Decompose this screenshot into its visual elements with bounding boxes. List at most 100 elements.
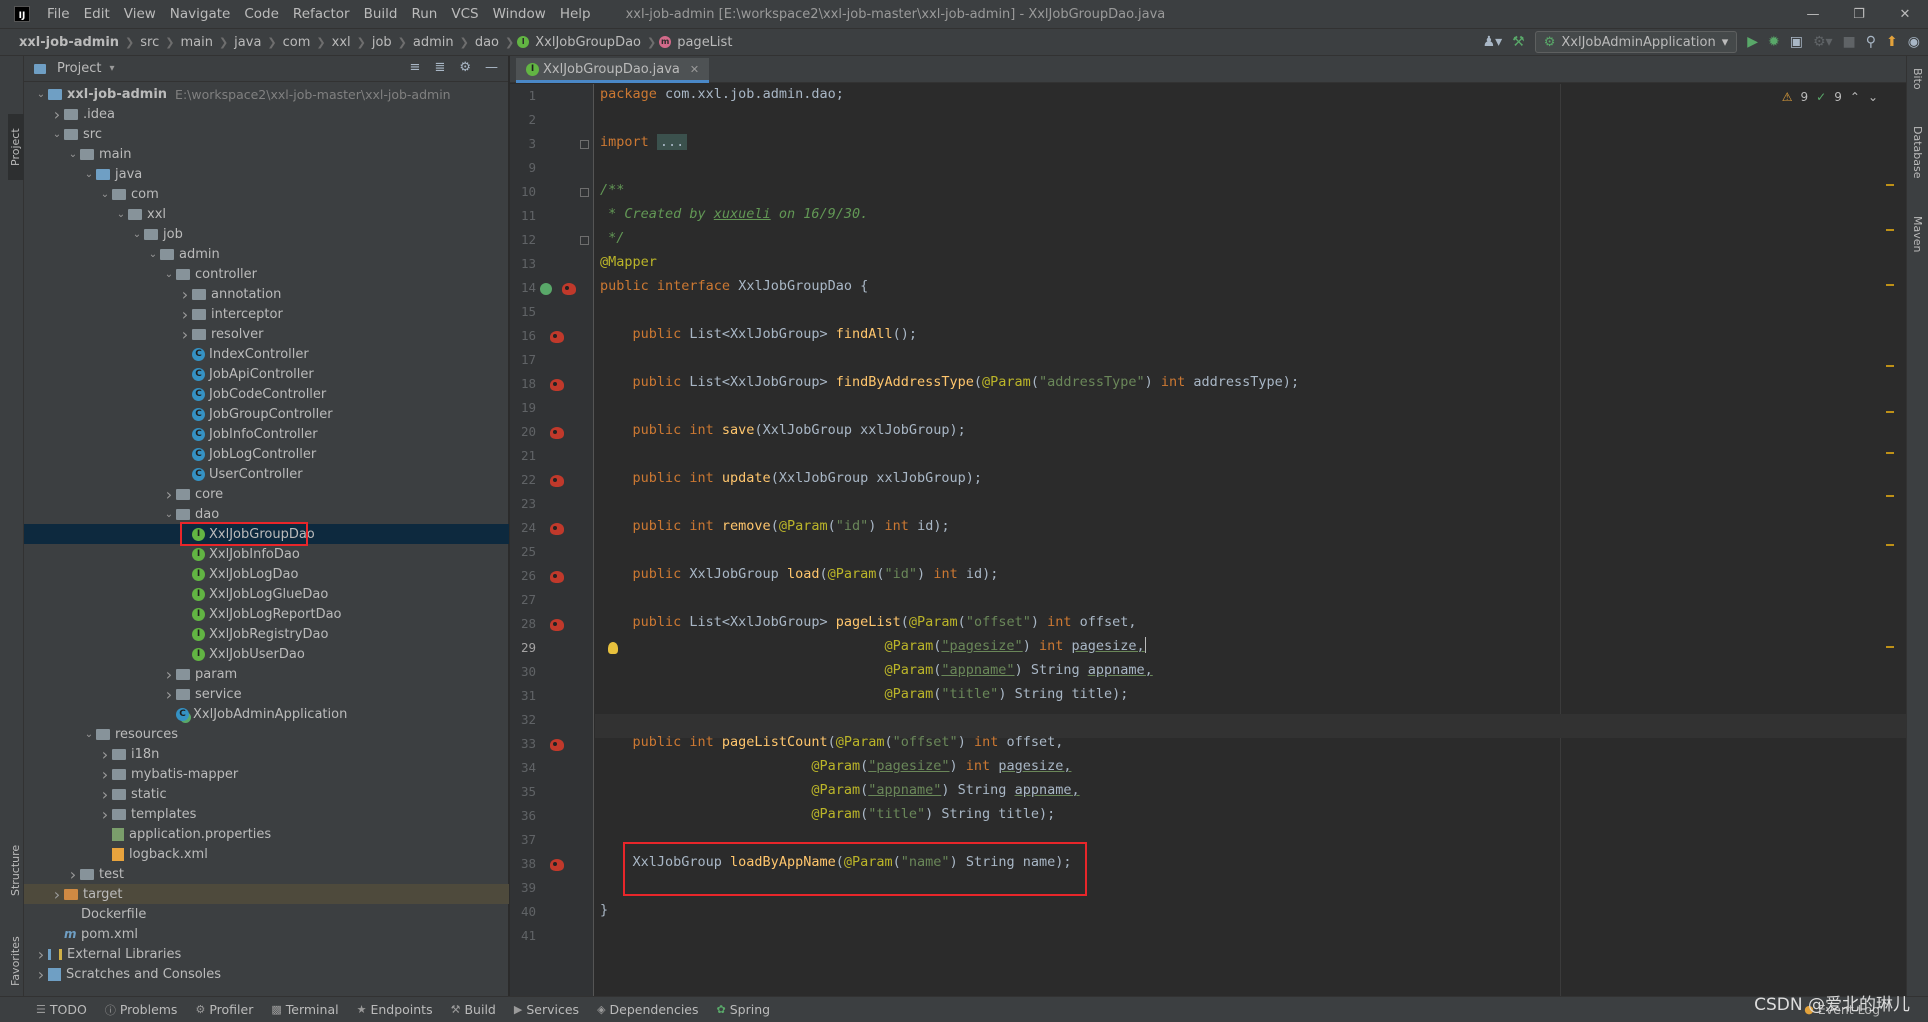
hide-panel-icon[interactable]: — — [485, 60, 498, 75]
chevron-right-icon[interactable]: › — [50, 105, 64, 124]
run-icon[interactable]: ▶ — [1747, 34, 1758, 50]
expand-all-icon[interactable]: ≡ — [410, 60, 421, 75]
tree-item[interactable]: C JobCodeController — [24, 384, 509, 404]
menu-run[interactable]: Run — [404, 6, 444, 22]
implemented-icon[interactable] — [540, 283, 552, 295]
tree-item[interactable]: ⌄ admin — [24, 244, 509, 264]
chevron-right-icon[interactable]: › — [50, 885, 64, 904]
mybatis-mapper-icon[interactable] — [550, 619, 564, 631]
profiler-tool-button[interactable]: ⚙ Profiler — [195, 1002, 253, 1017]
tree-item[interactable]: › test — [24, 864, 509, 884]
mybatis-mapper-icon[interactable] — [550, 475, 564, 487]
terminal-tool-button[interactable]: ▩ Terminal — [271, 1002, 338, 1017]
tree-item[interactable]: › templates — [24, 804, 509, 824]
chevron-down-icon[interactable]: ▾ — [109, 63, 114, 74]
project-panel-title[interactable]: Project — [57, 61, 101, 76]
breadcrumb-item[interactable]: dao — [472, 35, 502, 50]
chevron-up-icon[interactable]: ⌃ — [1850, 90, 1860, 104]
build-hammer-icon[interactable]: ⚒ — [1512, 34, 1525, 50]
chevron-down-icon[interactable]: ⌄ — [66, 149, 80, 160]
tree-item[interactable]: ⌄ main — [24, 144, 509, 164]
chevron-right-icon[interactable]: › — [98, 765, 112, 784]
mybatis-mapper-icon[interactable] — [550, 571, 564, 583]
tree-item[interactable]: I XxlJobGroupDao — [24, 522, 509, 546]
tree-item[interactable]: I XxlJobLogGlueDao — [24, 584, 509, 604]
breadcrumb-item[interactable]: XxlJobGroupDao — [532, 35, 644, 50]
tree-item[interactable]: › Scratches and Consoles — [24, 964, 509, 984]
tree-item[interactable]: I XxlJobRegistryDao — [24, 624, 509, 644]
breadcrumb-item[interactable]: xxl — [329, 35, 354, 50]
tree-item[interactable]: ⌄ com — [24, 184, 509, 204]
breadcrumb-item[interactable]: job — [369, 35, 395, 50]
tree-item[interactable]: ⌄ resources — [24, 724, 509, 744]
tree-item[interactable]: C UserController — [24, 464, 509, 484]
tree-item[interactable]: C JobGroupController — [24, 404, 509, 424]
tree-item[interactable]: › i18n — [24, 744, 509, 764]
editor-tab-active[interactable]: I XxlJobGroupDao.java ✕ — [516, 58, 710, 83]
chevron-down-icon[interactable]: ⌄ — [82, 729, 96, 740]
maven-tool-button[interactable]: Maven — [1911, 216, 1924, 252]
breadcrumb-item[interactable]: java — [231, 35, 264, 50]
database-tool-button[interactable]: Database — [1911, 126, 1924, 179]
ide-logo-icon[interactable]: ◉ — [1908, 34, 1920, 50]
bito-tool-button[interactable]: Bito — [1911, 68, 1924, 90]
menu-help[interactable]: Help — [553, 6, 598, 22]
profile-icon[interactable]: ⚙▾ — [1813, 34, 1833, 50]
mybatis-mapper-icon[interactable] — [550, 379, 564, 391]
mybatis-mapper-icon[interactable] — [550, 427, 564, 439]
debug-icon[interactable]: ✹ — [1768, 34, 1780, 50]
tree-item[interactable]: › core — [24, 484, 509, 504]
menu-code[interactable]: Code — [237, 6, 286, 22]
menu-window[interactable]: Window — [486, 6, 553, 22]
fold-marker-icon[interactable] — [580, 236, 589, 245]
spring-tool-button[interactable]: ✿ Spring — [717, 1002, 771, 1017]
update-icon[interactable]: ⬆ — [1886, 34, 1898, 50]
tree-item[interactable]: logback.xml — [24, 844, 509, 864]
endpoints-tool-button[interactable]: ★ Endpoints — [357, 1002, 433, 1017]
breadcrumb-item[interactable]: com — [280, 35, 314, 50]
mybatis-mapper-icon[interactable] — [550, 331, 564, 343]
restore-icon[interactable]: ❐ — [1836, 0, 1882, 28]
chevron-right-icon[interactable]: › — [34, 965, 48, 984]
gear-icon[interactable]: ⚙ — [459, 60, 471, 75]
chevron-down-icon[interactable]: ⌄ — [34, 89, 48, 100]
close-tab-icon[interactable]: ✕ — [690, 63, 699, 76]
tree-item[interactable]: ⌄ job — [24, 224, 509, 244]
tree-item[interactable]: C JobApiController — [24, 364, 509, 384]
chevron-right-icon[interactable]: › — [162, 665, 176, 684]
chevron-right-icon[interactable]: › — [178, 285, 192, 304]
tree-item[interactable]: C XxlJobAdminApplication — [24, 704, 509, 724]
menu-view[interactable]: View — [117, 6, 163, 22]
run-configuration-select[interactable]: ⚙ XxlJobAdminApplication ▾ — [1534, 31, 1738, 53]
tree-item[interactable]: ⌄ xxl-job-admin E:\workspace2\xxl-job-mast… — [24, 84, 509, 104]
tree-item[interactable]: › resolver — [24, 324, 509, 344]
chevron-right-icon[interactable]: › — [178, 305, 192, 324]
tree-item[interactable]: Dockerfile — [24, 904, 509, 924]
tree-item[interactable]: › static — [24, 784, 509, 804]
chevron-down-icon[interactable]: ⌄ — [114, 209, 128, 220]
stop-icon[interactable]: ■ — [1843, 34, 1856, 50]
tree-item[interactable]: › mybatis-mapper — [24, 764, 509, 784]
menu-file[interactable]: File — [40, 6, 77, 22]
chevron-down-icon[interactable]: ⌄ — [98, 189, 112, 200]
chevron-down-icon[interactable]: ⌄ — [146, 249, 160, 260]
tree-item[interactable]: ⌄ dao — [24, 504, 509, 524]
breadcrumb-item[interactable]: xxl-job-admin — [16, 35, 122, 50]
fold-marker-icon[interactable] — [580, 140, 589, 149]
tree-item[interactable]: ⌄ src — [24, 124, 509, 144]
search-icon[interactable]: ⚲ — [1866, 34, 1876, 50]
favorites-tool-button[interactable]: Favorites — [9, 936, 22, 986]
tree-item[interactable]: application.properties — [24, 824, 509, 844]
tree-item[interactable]: C IndexController — [24, 344, 509, 364]
mybatis-mapper-icon[interactable] — [550, 859, 564, 871]
chevron-right-icon[interactable]: › — [34, 945, 48, 964]
build-tool-button[interactable]: ⚒ Build — [451, 1002, 496, 1017]
project-tool-button[interactable]: Project — [9, 128, 22, 166]
mybatis-mapper-icon[interactable] — [562, 283, 576, 295]
inspection-widget[interactable]: ⚠ 9 ✓ 9 ⌃ ⌄ — [1782, 90, 1878, 104]
tree-item[interactable]: › param — [24, 664, 509, 684]
chevron-right-icon[interactable]: › — [66, 865, 80, 884]
chevron-down-icon[interactable]: ⌄ — [162, 509, 176, 520]
tree-item[interactable]: ⌄ xxl — [24, 204, 509, 224]
mybatis-mapper-icon[interactable] — [550, 523, 564, 535]
